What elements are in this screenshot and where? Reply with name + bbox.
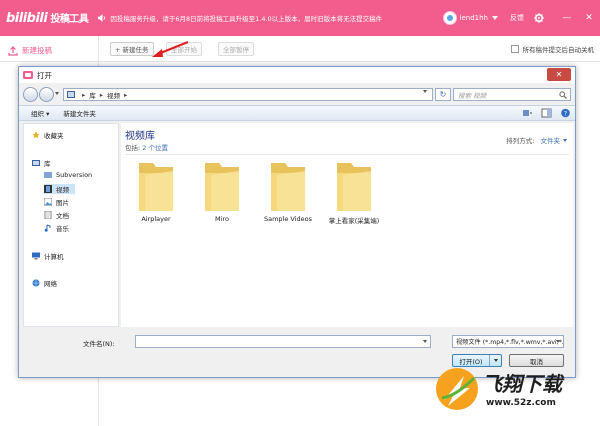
app-title-bar: bilibili 投稿工具 因投稿服务升级，请于6月8日前将投稿工具升级至1.4.…: [0, 0, 600, 36]
network-icon: [32, 279, 40, 287]
arrange-by: 排列方式: 文件夹: [506, 135, 567, 145]
refresh-button[interactable]: ↻: [435, 88, 451, 101]
dialog-title-bar: 打开 ✕: [19, 67, 575, 83]
dialog-title: 打开: [37, 70, 52, 80]
app-small-icon: [23, 71, 33, 79]
video-icon: [44, 185, 52, 193]
folder-label: Miro: [215, 215, 229, 223]
preview-pane-icon[interactable]: [541, 108, 552, 118]
feedback-link[interactable]: 反馈: [510, 13, 524, 23]
minimize-button[interactable]: —: [556, 8, 578, 28]
folder-icon: [271, 163, 305, 211]
folder-item[interactable]: Sample Videos: [257, 161, 319, 225]
music-icon: [44, 224, 51, 232]
document-icon: [44, 211, 52, 219]
search-placeholder: 搜索 视频: [458, 91, 487, 100]
star-icon: [32, 131, 40, 139]
address-dropdown[interactable]: [423, 90, 427, 93]
view-options-icon[interactable]: [522, 108, 533, 118]
nav-computer[interactable]: 计算机: [32, 251, 64, 261]
auto-shutdown-checkbox[interactable]: [510, 45, 519, 53]
filename-dropdown[interactable]: [423, 340, 427, 343]
chevron-down-icon[interactable]: [492, 16, 498, 20]
watermark: 飞翔下载 www.52z.com: [424, 358, 600, 426]
breadcrumb-videos[interactable]: 视频: [107, 90, 120, 100]
folder-item[interactable]: Miro: [191, 161, 253, 225]
filename-label: 文件名(N):: [83, 340, 115, 348]
app-window: bilibili 投稿工具 因投稿服务升级，请于6月8日前将投稿工具升级至1.4.…: [0, 0, 600, 426]
folder-label: 掌上看家(采集端): [328, 217, 380, 225]
navigation-pane: 收藏夹 库 Subversion 视频 图片 文档 音乐 计算机 网络: [23, 123, 119, 327]
folder-icon: [139, 163, 173, 211]
close-button[interactable]: ✕: [578, 8, 600, 28]
recent-pages-dropdown[interactable]: [55, 92, 59, 95]
nav-network[interactable]: 网络: [32, 278, 57, 288]
back-button[interactable]: [23, 87, 38, 102]
watermark-name: 飞翔下载: [482, 372, 562, 396]
breadcrumb-library[interactable]: 库: [89, 90, 96, 100]
gear-icon[interactable]: [534, 13, 544, 23]
app-logo: bilibili 投稿工具: [6, 11, 89, 26]
notice-text: 因投稿服务升级，请于6月8日前将投稿工具升级至1.4.0以上版本，届时旧版本将无…: [110, 15, 383, 23]
locations-link[interactable]: 2 个位置: [142, 144, 168, 152]
avatar[interactable]: [442, 11, 457, 25]
nav-documents[interactable]: 文档: [44, 210, 69, 220]
address-box[interactable]: ▸ 库 ▸ 视频 ▸: [63, 88, 433, 101]
new-upload-button[interactable]: 新建投稿: [8, 45, 52, 56]
file-list-pane: 视频库 包括: 2 个位置 排列方式: 文件夹 Airplayer Miro S…: [121, 123, 573, 327]
library-title: 视频库: [125, 131, 155, 142]
nav-favorites[interactable]: 收藏夹: [32, 130, 64, 140]
app-title: 投稿工具: [50, 14, 89, 25]
command-bar: 组织 ▾ 新建文件夹 ?: [19, 105, 575, 121]
library-icon: [67, 91, 75, 98]
new-upload-label: 新建投稿: [22, 46, 52, 55]
dialog-close-button[interactable]: ✕: [547, 68, 571, 81]
nav-subversion[interactable]: Subversion: [44, 171, 92, 179]
open-file-dialog: 打开 ✕ ▸ 库 ▸ 视频 ▸ ↻ 搜索 视频 组织 ▾ 新建文件夹 ? 收藏夹…: [18, 66, 576, 378]
content-scrollbar[interactable]: [573, 123, 575, 327]
search-icon: [559, 91, 567, 99]
organize-menu[interactable]: 组织 ▾: [31, 108, 49, 118]
library-includes: 包括: 2 个位置: [125, 144, 168, 152]
folder-icon: [337, 163, 371, 211]
address-bar-row: ▸ 库 ▸ 视频 ▸ ↻ 搜索 视频: [19, 85, 575, 103]
new-task-button[interactable]: + 新建任务: [110, 42, 154, 56]
watermark-logo-icon: [436, 368, 478, 410]
filename-input[interactable]: [135, 335, 431, 348]
nav-library[interactable]: 库: [32, 158, 51, 168]
folder-item[interactable]: 掌上看家(采集端): [323, 161, 385, 225]
new-folder-button[interactable]: 新建文件夹: [63, 108, 96, 118]
svg-text:?: ?: [564, 109, 567, 117]
pause-all-button[interactable]: 全部暂停: [218, 42, 254, 56]
help-icon[interactable]: ?: [560, 108, 571, 118]
nav-music[interactable]: 音乐: [44, 223, 69, 233]
nav-videos[interactable]: 视频: [44, 184, 75, 194]
folder-icon: [205, 163, 239, 211]
watermark-url: www.52z.com: [486, 398, 556, 408]
chevron-down-icon[interactable]: [556, 340, 560, 343]
auto-shutdown-option[interactable]: 所有稿件提交后自动关机: [510, 44, 595, 54]
folder-item[interactable]: Airplayer: [125, 161, 187, 225]
arrange-by-dropdown[interactable]: 文件夹: [541, 135, 561, 145]
picture-icon: [44, 198, 52, 206]
subversion-icon: [44, 172, 52, 178]
main-toolbar: 新建投稿 + 新建任务 全部开始 全部暂停 所有稿件提交后自动关机: [0, 36, 600, 62]
computer-icon: [32, 252, 40, 260]
content-divider: [125, 154, 569, 155]
forward-button[interactable]: [39, 87, 54, 102]
nav-pictures[interactable]: 图片: [44, 197, 69, 207]
folder-label: Sample Videos: [263, 215, 313, 223]
speaker-icon: [98, 14, 106, 22]
upload-icon: [8, 45, 18, 56]
library-icon: [32, 160, 40, 166]
search-input[interactable]: 搜索 视频: [453, 88, 571, 101]
folder-label: Airplayer: [141, 215, 171, 223]
auto-shutdown-label: 所有稿件提交后自动关机: [522, 46, 595, 54]
annotation-arrow-icon: [152, 40, 189, 57]
chevron-down-icon[interactable]: [563, 138, 567, 142]
username[interactable]: lend1hh: [460, 14, 488, 22]
filetype-select[interactable]: 视频文件 (*.mp4,*.flv,*.wmv,*.avi,*.mov): [452, 335, 564, 348]
notice-banner: 因投稿服务升级，请于6月8日前将投稿工具升级至1.4.0以上版本，届时旧版本将无…: [98, 13, 382, 23]
